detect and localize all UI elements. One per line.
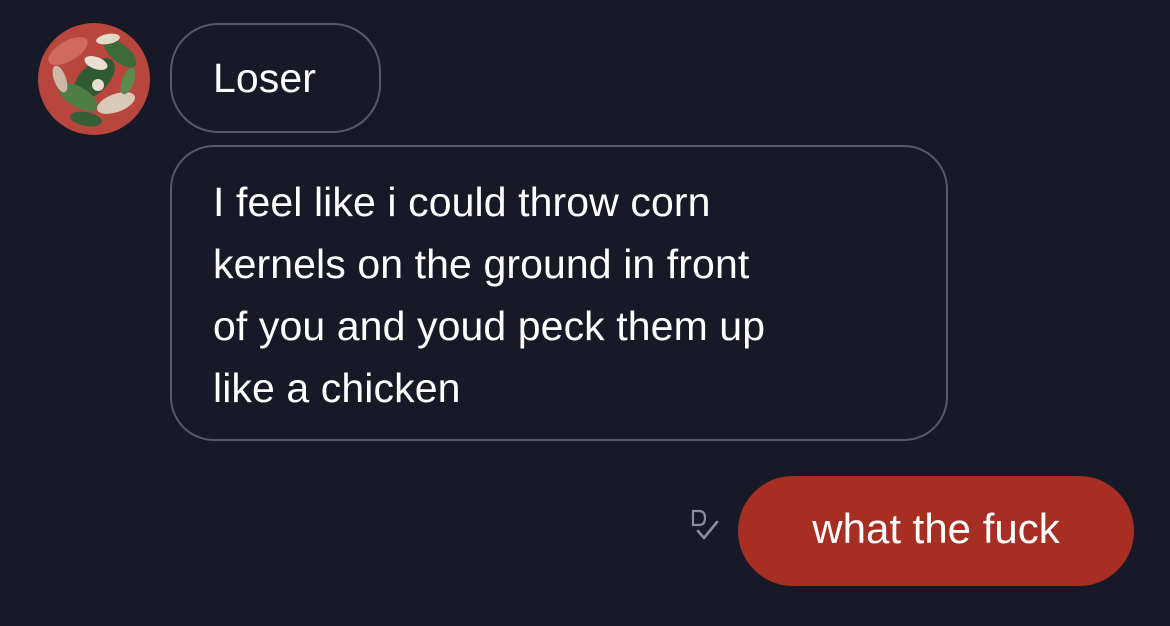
seen-check-icon: [688, 505, 720, 547]
outgoing-message-row: what the fuck: [688, 476, 1134, 586]
incoming-message-bubble[interactable]: Loser: [170, 23, 381, 133]
chat-thread: Loser I feel like i could throw corn ker…: [0, 0, 1170, 626]
outgoing-message-bubble[interactable]: what the fuck: [738, 476, 1134, 586]
sender-avatar[interactable]: [38, 23, 150, 135]
message-text: I feel like i could throw corn kernels o…: [213, 179, 766, 411]
message-text: what the fuck: [812, 505, 1060, 552]
message-text: Loser: [213, 55, 317, 101]
incoming-message-bubble[interactable]: I feel like i could throw corn kernels o…: [170, 145, 948, 441]
